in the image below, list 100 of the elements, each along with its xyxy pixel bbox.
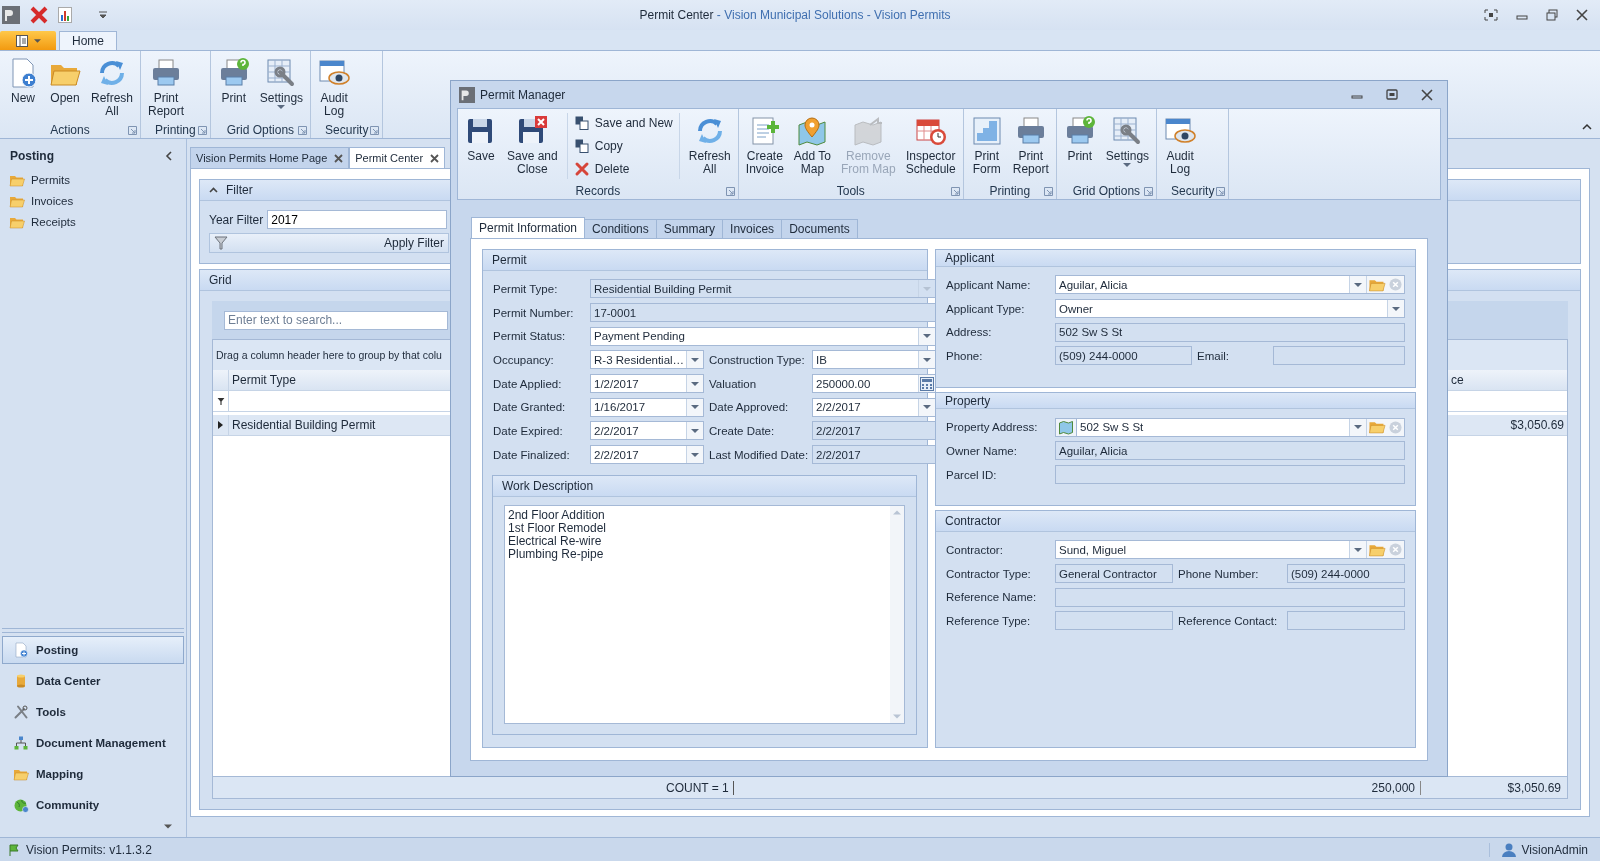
ribbon-button[interactable]: Settings <box>1100 113 1155 169</box>
dropdown-field[interactable]: IB <box>812 350 936 370</box>
read-only-field[interactable]: 2/2/2017 <box>812 445 936 465</box>
navigation-button[interactable]: Community <box>2 791 184 819</box>
lookup-field[interactable]: 502 Sw S St <box>1055 417 1405 437</box>
dropdown-field[interactable]: Residential Building Permit <box>590 279 936 299</box>
sidebar-item[interactable]: Receipts <box>0 211 186 232</box>
focus-frame-button[interactable] <box>1484 9 1498 21</box>
close-button[interactable] <box>1421 88 1433 101</box>
dialog-launcher-icon[interactable] <box>950 187 960 196</box>
collapse-sidebar-icon[interactable] <box>165 151 172 161</box>
ribbon-button[interactable]: Refresh All <box>683 113 736 178</box>
tab[interactable]: Summary <box>655 219 724 238</box>
read-only-field[interactable]: Aguilar, Alicia <box>1055 441 1405 461</box>
tab[interactable]: Invoices <box>722 219 783 238</box>
expand-icon[interactable] <box>218 421 223 429</box>
ribbon-button[interactable]: Save <box>460 113 502 165</box>
dropdown-button[interactable] <box>1387 300 1404 318</box>
dropdown-field[interactable]: 1/2/2017 <box>590 374 704 394</box>
read-only-field[interactable] <box>1055 465 1405 484</box>
dropdown-field[interactable]: 2/2/2017 <box>590 445 704 465</box>
more-arrow-icon[interactable] <box>164 824 172 829</box>
lookup-field[interactable]: Sund, Miguel <box>1055 540 1405 560</box>
dialog-launcher-icon[interactable] <box>725 187 735 196</box>
dropdown-field[interactable]: 2/2/2017 <box>590 421 704 441</box>
column-header[interactable]: Permit Type <box>229 370 450 390</box>
read-only-field[interactable]: (509) 244-0000 <box>1287 564 1405 584</box>
navigation-button[interactable]: Tools <box>2 698 184 726</box>
ribbon-button[interactable]: Create Invoice <box>740 113 789 178</box>
read-only-field[interactable] <box>1273 346 1405 366</box>
dropdown-button[interactable] <box>918 351 935 369</box>
ribbon-button[interactable]: Print Report <box>1007 113 1054 178</box>
close-icon[interactable] <box>334 153 344 163</box>
dropdown-button[interactable] <box>686 422 703 440</box>
year-filter-field[interactable]: 2017 <box>267 210 447 229</box>
dropdown-button[interactable] <box>918 398 935 416</box>
close-button[interactable] <box>1576 9 1588 21</box>
ribbon-button[interactable]: Audit Log <box>1159 113 1202 178</box>
x-mark-icon[interactable] <box>30 6 48 24</box>
dropdown-field[interactable]: R-3 Residential… <box>590 350 704 370</box>
tab[interactable]: Documents <box>781 219 858 238</box>
dropdown-button[interactable] <box>1349 276 1366 294</box>
ribbon-button[interactable]: Refresh All <box>86 55 139 120</box>
ribbon-button[interactable]: Open <box>44 55 86 107</box>
ribbon-button[interactable]: Add To Map <box>788 113 836 178</box>
customize-menu-icon[interactable] <box>98 11 108 19</box>
dropdown-button[interactable] <box>1349 418 1366 436</box>
dropdown-field[interactable]: 2/2/2017 <box>812 397 936 417</box>
dropdown-button[interactable] <box>1349 541 1366 559</box>
navigation-button[interactable]: Posting <box>2 636 184 664</box>
dropdown-field[interactable]: Payment Pending <box>590 326 936 346</box>
tab[interactable]: Permit Information <box>471 217 586 238</box>
search-field[interactable]: Enter text to search... <box>224 310 448 330</box>
collapse-icon[interactable] <box>209 187 218 193</box>
dialog-launcher-icon[interactable] <box>370 126 380 135</box>
maximize-button[interactable] <box>1386 88 1398 101</box>
ribbon-button[interactable]: Save and Close <box>502 113 563 178</box>
read-only-field[interactable]: (509) 244-0000 <box>1055 346 1192 366</box>
read-only-field[interactable]: General Contractor <box>1055 564 1173 584</box>
navigation-button[interactable]: Mapping <box>2 760 184 788</box>
ribbon-button[interactable]: Print <box>212 55 255 107</box>
collapse-ribbon-icon[interactable] <box>1582 123 1592 130</box>
dropdown-button[interactable] <box>686 375 703 393</box>
dialog-launcher-icon[interactable] <box>197 126 207 135</box>
map-button[interactable] <box>1056 418 1077 436</box>
restore-button[interactable] <box>1546 9 1558 21</box>
dialog-launcher-icon[interactable] <box>128 126 138 135</box>
navigation-button[interactable]: Data Center <box>2 667 184 695</box>
dialog-launcher-icon[interactable] <box>298 126 308 135</box>
sidebar-item[interactable]: Invoices <box>0 190 186 211</box>
app-logo-icon[interactable] <box>2 6 20 24</box>
dialog-launcher-icon[interactable] <box>1043 187 1053 196</box>
ribbon-button[interactable]: Delete <box>573 159 673 179</box>
read-only-field[interactable] <box>1287 611 1405 631</box>
lookup-field[interactable]: Aguilar, Alicia <box>1055 275 1405 295</box>
dialog-launcher-icon[interactable] <box>1144 187 1154 196</box>
column-header[interactable]: ce <box>1449 370 1567 390</box>
ribbon-button[interactable]: New <box>2 55 44 107</box>
dropdown-field[interactable]: Owner <box>1055 299 1405 319</box>
dropdown-button[interactable] <box>918 327 935 345</box>
ribbon-button[interactable]: Save and New <box>573 113 673 133</box>
dropdown-field[interactable]: 1/16/2017 <box>590 397 704 417</box>
document-tab[interactable]: Permit Center <box>349 147 446 168</box>
apply-filter-button[interactable]: Apply Filter <box>209 233 449 253</box>
ribbon-button[interactable]: Audit Log <box>313 55 356 120</box>
document-tab[interactable]: Vision Permits Home Page <box>190 147 350 168</box>
read-only-field[interactable]: 17-0001 <box>590 303 936 323</box>
dropdown-button[interactable] <box>686 398 703 416</box>
dropdown-button[interactable] <box>686 446 703 464</box>
read-only-field[interactable]: 502 Sw S St <box>1055 322 1405 342</box>
tab[interactable]: Conditions <box>584 219 657 238</box>
ribbon-button[interactable]: Settings <box>254 55 309 111</box>
navigation-button[interactable]: Document Management <box>2 729 184 757</box>
ribbon-tab[interactable]: Home <box>59 31 117 50</box>
application-menu-button[interactable] <box>0 31 56 50</box>
ribbon-button[interactable]: Print Form <box>965 113 1008 178</box>
close-icon[interactable] <box>430 153 440 163</box>
bar-chart-icon[interactable] <box>58 7 72 23</box>
read-only-field[interactable] <box>1055 611 1173 631</box>
dialog-launcher-icon[interactable] <box>1216 187 1226 196</box>
